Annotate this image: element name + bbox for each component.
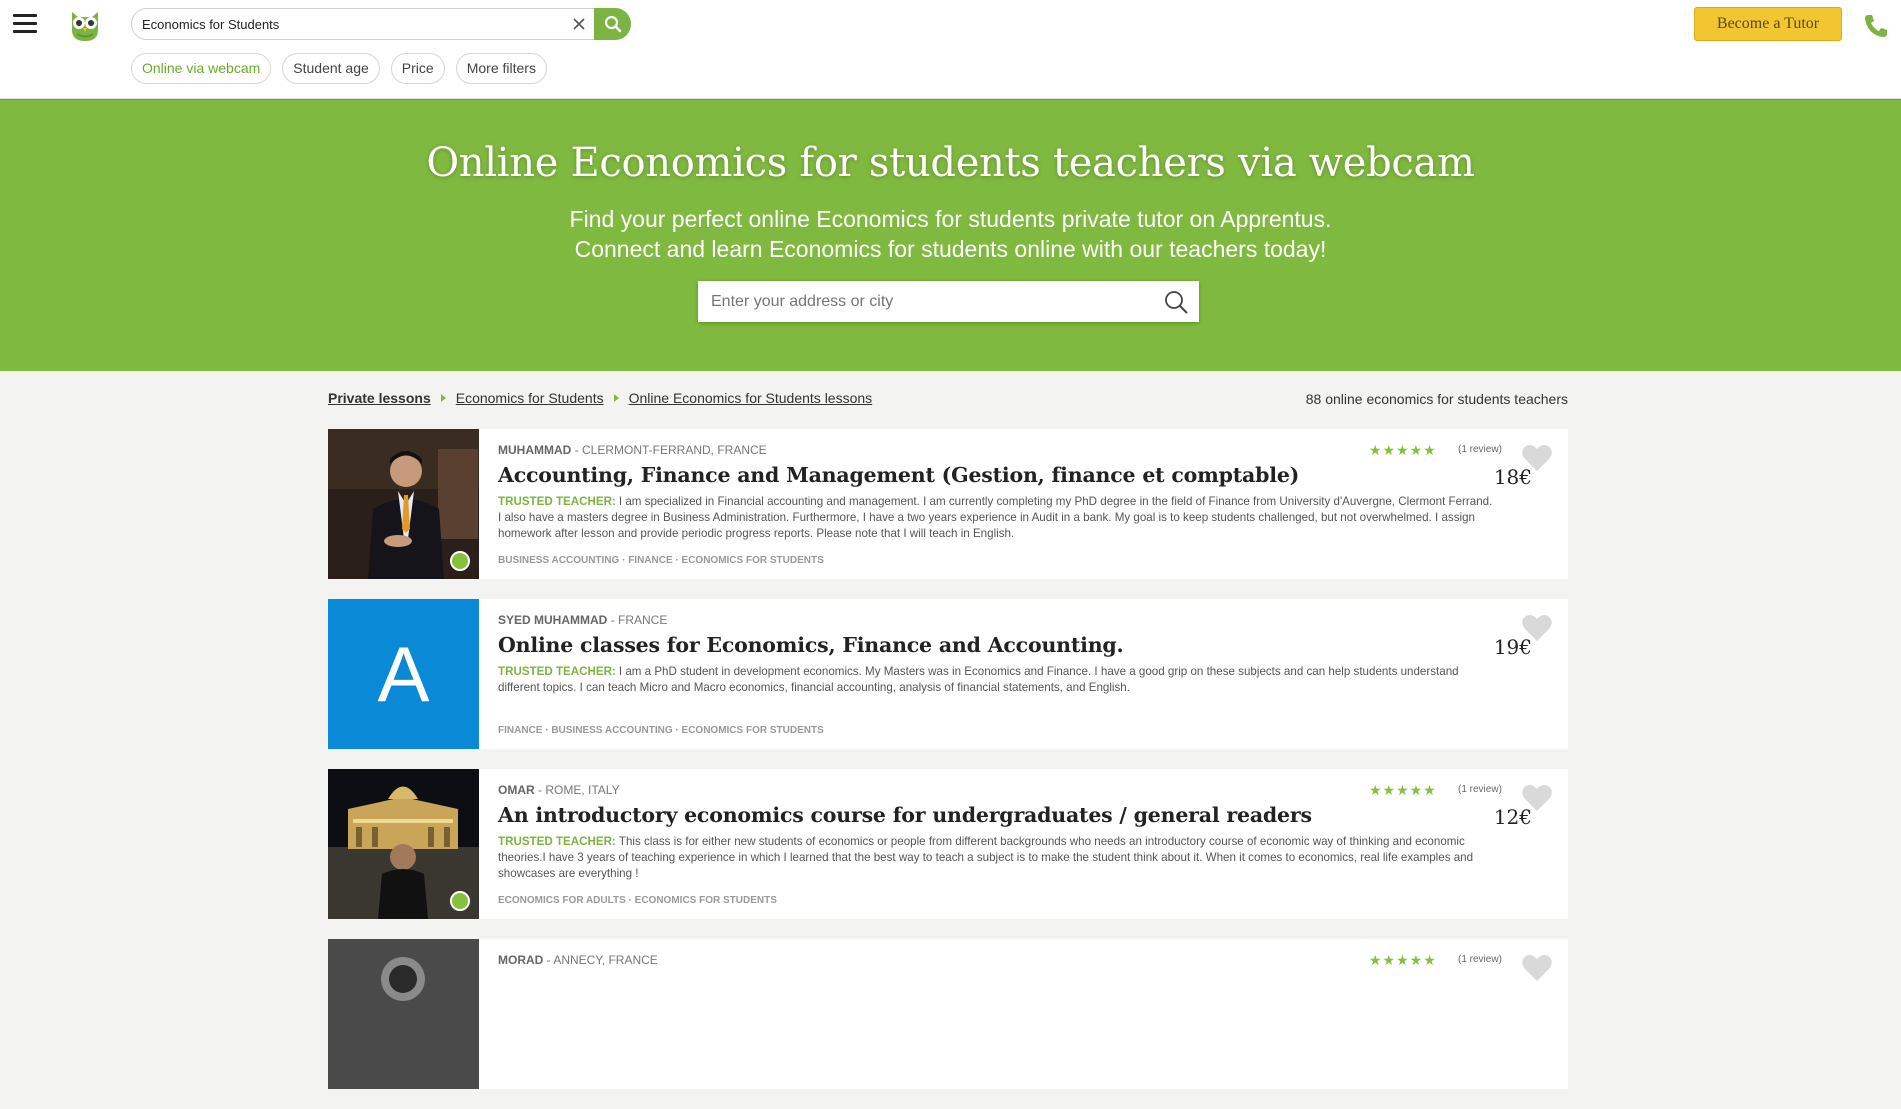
listing-list: MUHAMMAD - CLERMONT-FERRAND, FRANCE Acco… xyxy=(328,429,1568,1109)
filter-student-age[interactable]: Student age xyxy=(282,53,380,84)
listing-description: TRUSTED TEACHER: This class is for either… xyxy=(498,834,1498,882)
description-text: This class is for either new students of… xyxy=(498,835,1474,880)
tutor-location: - FRANCE xyxy=(610,613,668,627)
listing-title[interactable]: Accounting, Finance and Management (Gest… xyxy=(498,463,1508,487)
review-count[interactable]: (1 review) xyxy=(1458,444,1502,455)
favorite-heart-icon[interactable] xyxy=(1521,783,1553,813)
top-header: Online via webcam Student age Price More… xyxy=(0,0,1901,99)
verified-check-icon xyxy=(450,551,470,571)
tutor-meta: MORAD - ANNECY, FRANCE xyxy=(498,953,1508,967)
listing-description: TRUSTED TEACHER: I am specialized in Fina… xyxy=(498,494,1498,542)
search-input[interactable] xyxy=(142,9,562,39)
tutor-meta: OMAR - ROME, ITALY xyxy=(498,783,1508,797)
tutor-card[interactable]: MUHAMMAD - CLERMONT-FERRAND, FRANCE Acco… xyxy=(328,429,1568,579)
address-search-box xyxy=(698,281,1199,322)
trusted-teacher-label: TRUSTED TEACHER: xyxy=(498,835,616,848)
hero-subtitle-line2: Connect and learn Economics for students… xyxy=(574,236,1327,262)
description-text: I am specialized in Financial accounting… xyxy=(498,495,1493,540)
search-bar xyxy=(131,8,631,40)
rating-stars-icon: ★★★★★ xyxy=(1369,442,1437,458)
review-count[interactable]: (1 review) xyxy=(1458,784,1502,795)
listing-description: TRUSTED TEACHER: I am a PhD student in de… xyxy=(498,664,1498,696)
tutor-name: MUHAMMAD xyxy=(498,443,572,457)
tutor-location: - ANNECY, FRANCE xyxy=(546,953,658,967)
address-search-icon[interactable] xyxy=(1163,289,1189,315)
tutor-photo[interactable] xyxy=(328,939,479,1089)
description-text: I am a PhD student in development econom… xyxy=(498,665,1459,694)
tutor-card-body: OMAR - ROME, ITALY An introductory econo… xyxy=(498,783,1508,882)
tutor-name: OMAR xyxy=(498,783,535,797)
filter-more[interactable]: More filters xyxy=(455,53,547,84)
favorite-heart-icon[interactable] xyxy=(1521,443,1553,473)
address-input[interactable] xyxy=(711,281,1151,322)
owl-logo-icon[interactable] xyxy=(68,8,102,42)
phone-icon[interactable] xyxy=(1862,12,1890,40)
tutor-location: - ROME, ITALY xyxy=(538,783,620,797)
listing-tags: ECONOMICS FOR ADULTS · ECONOMICS FOR STU… xyxy=(498,895,777,906)
tutor-photo[interactable] xyxy=(328,429,479,579)
breadcrumb-online-lessons[interactable]: Online Economics for Students lessons xyxy=(629,390,873,406)
favorite-heart-icon[interactable] xyxy=(1521,953,1553,983)
verified-check-icon xyxy=(450,891,470,911)
filter-bar: Online via webcam Student age Price More… xyxy=(131,53,547,84)
hero-title: Online Economics for students teachers v… xyxy=(426,140,1475,186)
hero-subtitle-line1: Find your perfect online Economics for s… xyxy=(569,206,1332,232)
tutor-meta: MUHAMMAD - CLERMONT-FERRAND, FRANCE xyxy=(498,443,1508,457)
search-icon xyxy=(604,15,621,33)
results-count: 88 online economics for students teacher… xyxy=(1305,391,1568,407)
review-count[interactable]: (1 review) xyxy=(1458,954,1502,965)
breadcrumb: Private lessons Economics for Students O… xyxy=(328,390,872,406)
breadcrumb-separator-icon xyxy=(613,394,619,402)
breadcrumb-private-lessons[interactable]: Private lessons xyxy=(328,390,431,406)
favorite-heart-icon[interactable] xyxy=(1521,613,1553,643)
listing-tags: BUSINESS ACCOUNTING · FINANCE · ECONOMIC… xyxy=(498,555,824,566)
trusted-teacher-label: TRUSTED TEACHER: xyxy=(498,495,616,508)
tutor-location: - CLERMONT-FERRAND, FRANCE xyxy=(574,443,767,457)
search-button[interactable] xyxy=(594,8,631,40)
become-tutor-button[interactable]: Become a Tutor xyxy=(1694,7,1842,41)
listing-tags: FINANCE · BUSINESS ACCOUNTING · ECONOMIC… xyxy=(498,725,824,736)
tutor-card-body: MORAD - ANNECY, FRANCE xyxy=(498,953,1508,967)
breadcrumb-separator-icon xyxy=(440,394,446,402)
rating-stars-icon: ★★★★★ xyxy=(1369,952,1437,968)
tutor-photo[interactable] xyxy=(328,769,479,919)
hero-banner: Online Economics for students teachers v… xyxy=(0,99,1901,371)
tutor-card[interactable]: OMAR - ROME, ITALY An introductory econo… xyxy=(328,769,1568,919)
clear-search-icon[interactable] xyxy=(570,15,588,33)
tutor-card[interactable]: MORAD - ANNECY, FRANCE ★★★★★ (1 review) xyxy=(328,939,1568,1089)
hero-subtitle: Find your perfect online Economics for s… xyxy=(0,204,1901,264)
filter-price[interactable]: Price xyxy=(390,53,445,84)
rating-stars-icon: ★★★★★ xyxy=(1369,782,1437,798)
tutor-name: MORAD xyxy=(498,953,544,967)
tutor-avatar[interactable]: A xyxy=(328,599,479,749)
tutor-card[interactable]: A SYED MUHAMMAD - FRANCE Online classes … xyxy=(328,599,1568,749)
breadcrumb-economics-for-students[interactable]: Economics for Students xyxy=(456,390,604,406)
tutor-meta: SYED MUHAMMAD - FRANCE xyxy=(498,613,1508,627)
tutor-card-body: MUHAMMAD - CLERMONT-FERRAND, FRANCE Acco… xyxy=(498,443,1508,542)
tutor-name: SYED MUHAMMAD xyxy=(498,613,608,627)
tutor-card-body: SYED MUHAMMAD - FRANCE Online classes fo… xyxy=(498,613,1508,696)
filter-online-webcam[interactable]: Online via webcam xyxy=(131,53,272,84)
trusted-teacher-label: TRUSTED TEACHER: xyxy=(498,665,616,678)
menu-icon[interactable] xyxy=(13,14,37,34)
listing-title[interactable]: Online classes for Economics, Finance an… xyxy=(498,633,1508,657)
listing-title[interactable]: An introductory economics course for und… xyxy=(498,803,1508,827)
